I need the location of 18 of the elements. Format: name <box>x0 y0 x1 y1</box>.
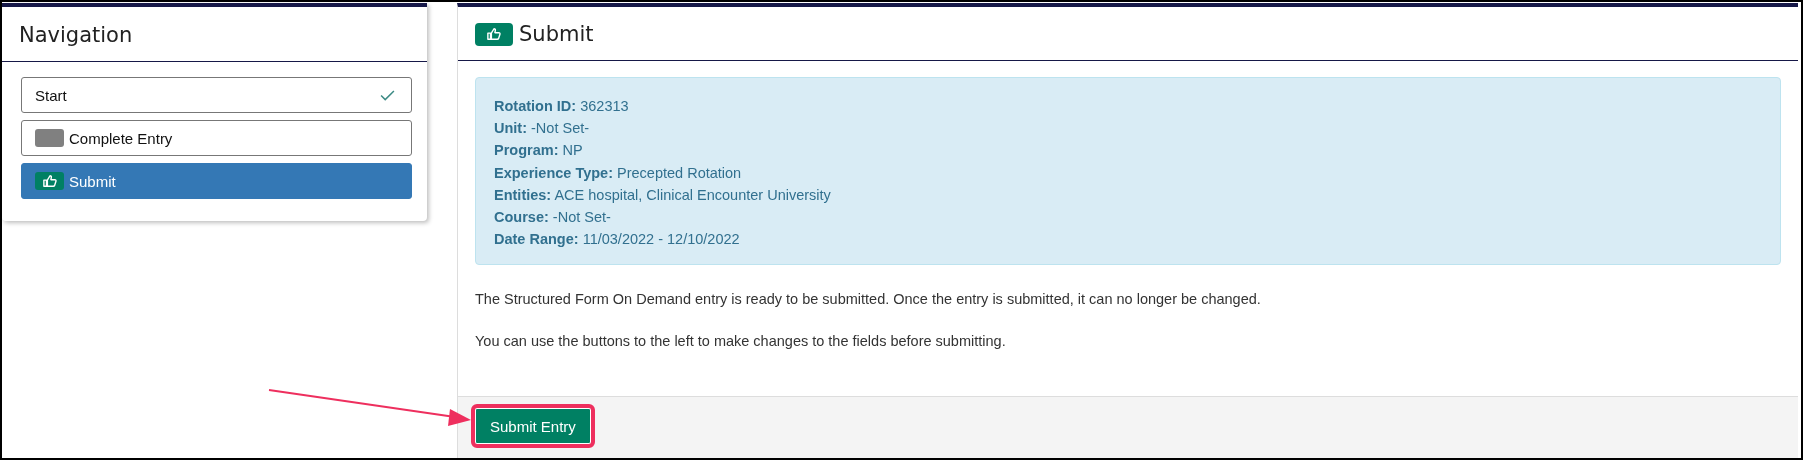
nav-item[interactable]: Complete Entry <box>21 120 412 156</box>
check-icon <box>380 89 395 101</box>
detail-line: Program: NP <box>494 141 584 161</box>
detail-line: Unit: -Not Set- <box>494 119 591 139</box>
thumbs-up-icon <box>35 172 64 190</box>
detail-line: Entities: ACE hospital, Clinical Encounter University <box>494 185 832 205</box>
detail-line: Rotation ID: 362313 <box>494 97 630 116</box>
nav-item[interactable]: Start <box>21 77 412 113</box>
panel-title: Submit <box>519 22 594 46</box>
message-text: The Structured Form On Demand entry is ready to be submitted. Once the entry is submitted, it can no longer be changed. <box>475 291 1262 308</box>
thumbs-up-icon <box>475 22 513 46</box>
message-text: You can use the buttons to the left to make changes to the fields before submitting. <box>475 333 1007 350</box>
nav-item[interactable]: Submit <box>21 163 412 199</box>
status-badge-icon <box>35 129 64 147</box>
detail-line: Date Range: 11/03/2022 - 12/10/2022 <box>494 230 741 250</box>
detail-line: Course: -Not Set- <box>494 208 612 227</box>
panel-title: Navigation <box>2 7 427 62</box>
detail-line: Experience Type: Precepted Rotation <box>494 163 743 183</box>
